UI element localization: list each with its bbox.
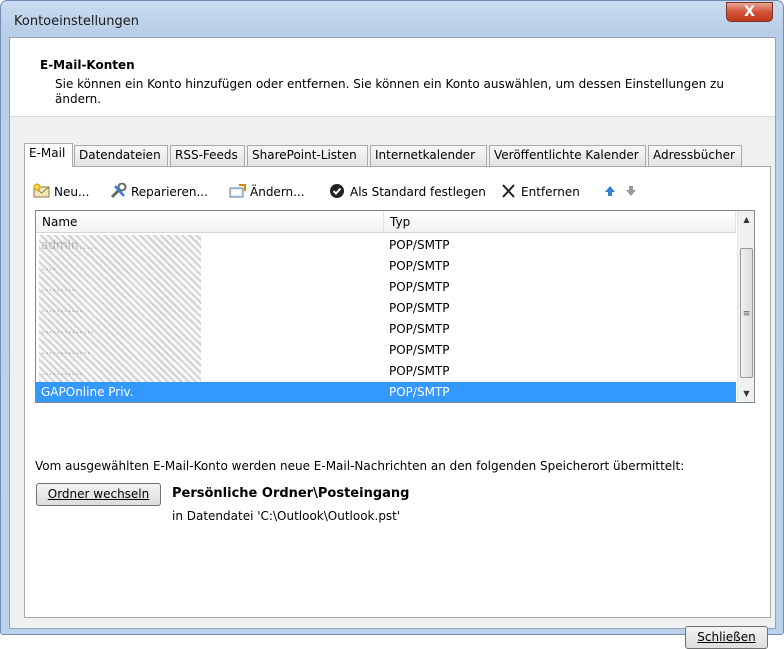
account-type: POP/SMTP <box>389 238 450 252</box>
change-folder-button[interactable]: Ordner wechseln <box>36 483 161 506</box>
account-type: POP/SMTP <box>389 364 450 378</box>
tab-sharepoint-listen[interactable]: SharePoint-Listen <box>247 145 368 166</box>
redacted-account-name: ........... <box>39 361 201 382</box>
account-type: POP/SMTP <box>389 385 450 399</box>
table-row[interactable]: ......... POP/SMTP <box>36 277 736 298</box>
email-tab-panel: Neu... Reparieren... Ändern... Als Stand… <box>24 166 771 618</box>
account-list[interactable]: Name Typ admin..... POP/SMTP .... POP/SM… <box>35 210 755 403</box>
tab-internetkalender[interactable]: Internetkalender <box>370 145 487 166</box>
new-account-button[interactable]: Neu... <box>33 181 89 203</box>
account-type: POP/SMTP <box>389 322 450 336</box>
table-row[interactable]: ............. POP/SMTP <box>36 340 736 361</box>
account-type: POP/SMTP <box>389 343 450 357</box>
change-icon <box>229 183 247 199</box>
close-window-button[interactable]: X <box>726 2 773 22</box>
close-icon: X <box>744 4 755 20</box>
checkmark-icon <box>329 183 347 199</box>
column-header-type[interactable]: Typ <box>384 211 736 233</box>
change-button[interactable]: Ändern... <box>229 181 305 203</box>
header-title: E-Mail-Konten <box>40 58 135 72</box>
scroll-up-arrow-icon[interactable]: ▲ <box>738 211 754 228</box>
header-description: Sie können ein Konto hinzufügen oder ent… <box>55 77 724 106</box>
delivery-data-file: in Datendatei 'C:\Outlook\Outlook.pst' <box>172 509 401 523</box>
close-button[interactable]: Schließen <box>685 626 768 649</box>
repair-button[interactable]: Reparieren... <box>110 181 208 203</box>
set-default-button[interactable]: Als Standard festlegen <box>329 181 486 203</box>
table-row[interactable]: .............. POP/SMTP <box>36 319 736 340</box>
move-down-button[interactable] <box>624 181 645 203</box>
title-bar[interactable]: Kontoeinstellungen X <box>1 1 783 37</box>
tab-veroeffentlichte-kalender[interactable]: Veröffentlichte Kalender <box>489 145 646 166</box>
account-name: GAPOnline Priv. <box>41 385 134 399</box>
table-row[interactable]: ........... POP/SMTP <box>36 298 736 319</box>
redacted-account-name: admin..... <box>39 235 201 256</box>
redacted-account-name: ......... <box>39 277 201 298</box>
tab-adressbuecher[interactable]: Adressbücher <box>648 145 742 166</box>
move-up-button[interactable] <box>603 181 624 203</box>
repair-icon <box>110 183 128 199</box>
delivery-info-text: Vom ausgewählten E-Mail-Konto werden neu… <box>35 459 685 473</box>
remove-button[interactable]: Entfernen <box>500 181 580 203</box>
new-mail-icon <box>33 183 51 199</box>
account-type: POP/SMTP <box>389 280 450 294</box>
table-row[interactable]: ........... POP/SMTP <box>36 361 736 382</box>
dialog-client-area: E-Mail-Konten Sie können ein Konto hinzu… <box>9 37 776 649</box>
redacted-account-name: .............. <box>39 319 201 340</box>
table-row-selected[interactable]: GAPOnline Priv. POP/SMTP <box>36 382 736 402</box>
tab-email[interactable]: E-Mail <box>24 143 73 167</box>
scrollbar-thumb[interactable]: ≡ <box>740 248 753 378</box>
arrow-down-icon <box>624 183 642 199</box>
tab-rss-feeds[interactable]: RSS-Feeds <box>170 145 245 166</box>
account-type: POP/SMTP <box>389 301 450 315</box>
dialog-window: Kontoeinstellungen X E-Mail-Konten Sie k… <box>0 0 784 649</box>
table-row[interactable]: .... POP/SMTP <box>36 256 736 277</box>
tab-datendateien[interactable]: Datendateien <box>74 145 168 166</box>
account-type: POP/SMTP <box>389 259 450 273</box>
redacted-account-name: ........... <box>39 298 201 319</box>
remove-x-icon <box>500 183 518 199</box>
delivery-folder-path: Persönliche Ordner\Posteingang <box>172 486 410 501</box>
window-title: Kontoeinstellungen <box>14 14 140 29</box>
list-header: Name Typ <box>36 211 736 233</box>
table-row[interactable]: admin..... POP/SMTP <box>36 235 736 256</box>
vertical-scrollbar[interactable]: ▲ ≡ ▼ <box>737 211 754 402</box>
scroll-down-arrow-icon[interactable]: ▼ <box>738 385 754 402</box>
column-header-name[interactable]: Name <box>36 211 384 233</box>
arrow-up-icon <box>603 183 621 199</box>
redacted-account-name: ............. <box>39 340 201 361</box>
redacted-account-name: .... <box>39 256 201 277</box>
header-area: E-Mail-Konten Sie können ein Konto hinzu… <box>10 38 775 117</box>
